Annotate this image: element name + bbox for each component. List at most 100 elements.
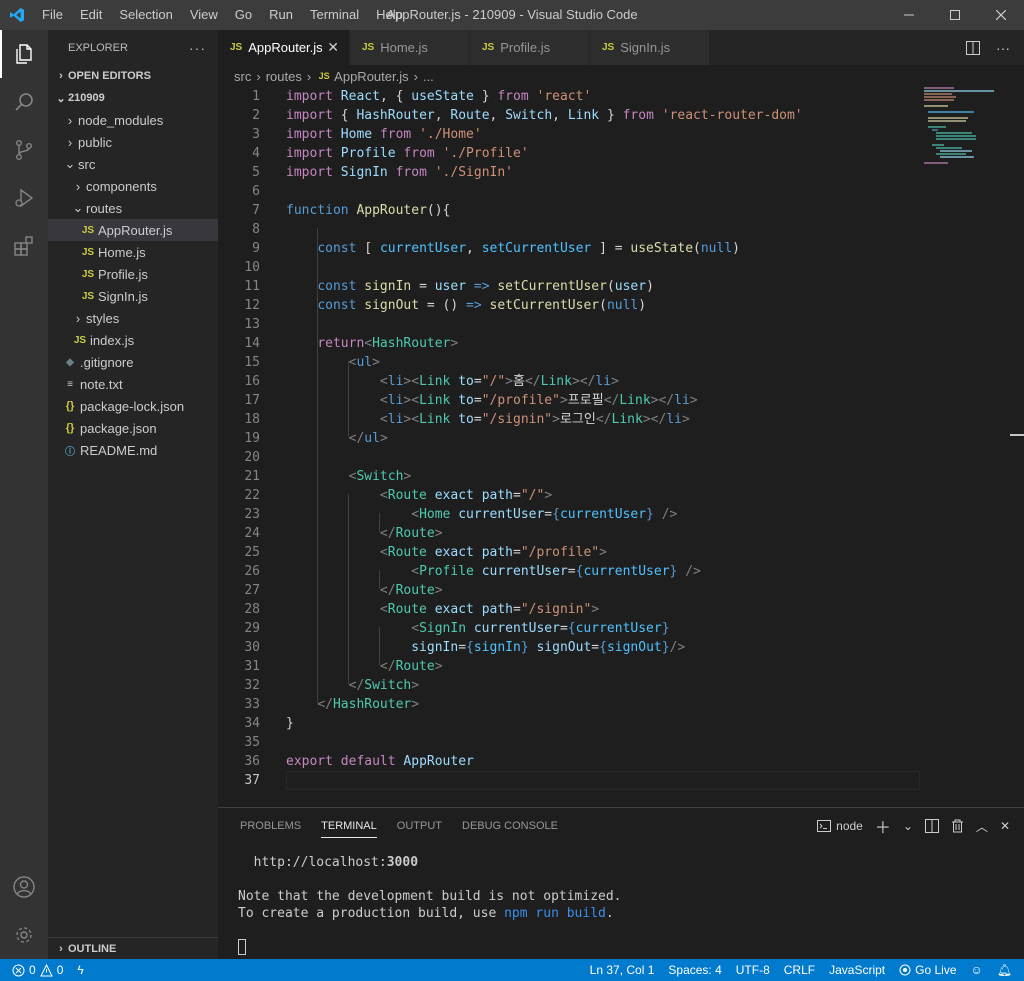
tab-signin[interactable]: JS SignIn.js	[590, 30, 710, 65]
tab-debug-console[interactable]: DEBUG CONSOLE	[452, 808, 568, 844]
menu-selection[interactable]: Selection	[111, 0, 181, 30]
line-ending[interactable]: CRLF	[777, 959, 822, 981]
outline-section[interactable]: › OUTLINE	[48, 937, 218, 959]
tree-file-package-lock[interactable]: {} package-lock.json	[48, 395, 218, 417]
code-editor[interactable]: 1 import React, { useState } from 'react'…	[218, 87, 1024, 807]
activity-bar	[0, 30, 48, 959]
go-live-button[interactable]: Go Live	[892, 959, 963, 981]
line-number: 14	[244, 336, 260, 351]
project-section[interactable]: ⌄ 210909	[48, 87, 218, 109]
maximize-button[interactable]	[932, 0, 978, 30]
scrollbar-thumb[interactable]	[1010, 434, 1024, 436]
language-mode[interactable]: JavaScript	[822, 959, 892, 981]
panel-actions: node ＋ ⌄ ︿ ✕	[817, 808, 1024, 844]
tree-file-approuter[interactable]: JS AppRouter.js	[48, 219, 218, 241]
chevron-down-icon[interactable]: ⌄	[903, 819, 913, 833]
error-icon	[12, 964, 25, 976]
indentation[interactable]: Spaces: 4	[661, 959, 728, 981]
tree-file-readme[interactable]: ⓘ README.md	[48, 439, 218, 461]
code-line: <Switch>	[348, 469, 412, 484]
tree-item-label: routes	[86, 200, 123, 216]
cursor-position[interactable]: Ln 37, Col 1	[583, 959, 662, 981]
editor-actions: ···	[966, 30, 1024, 65]
tree-file-home[interactable]: JS Home.js	[48, 241, 218, 263]
menu-terminal[interactable]: Terminal	[302, 0, 368, 30]
minimap[interactable]	[924, 87, 1014, 167]
menu-edit[interactable]: Edit	[72, 0, 111, 30]
code-line: <SignIn currentUser={currentUser}	[411, 621, 670, 636]
run-debug-activity[interactable]	[0, 174, 48, 222]
open-editors-section[interactable]: › OPEN EDITORS	[48, 65, 218, 87]
tree-file-index[interactable]: JS index.js	[48, 329, 218, 351]
tab-terminal[interactable]: TERMINAL	[311, 808, 387, 844]
tree-file-note[interactable]: ≡ note.txt	[48, 373, 218, 395]
code-line: signIn={signIn} signOut={signOut}/>	[411, 640, 686, 655]
code-line: import SignIn from './SignIn'	[286, 165, 514, 180]
extensions-activity[interactable]	[0, 222, 48, 270]
close-icon[interactable]: ✕	[327, 39, 339, 56]
status-bar: 0 0 ϟ Ln 37, Col 1 Spaces: 4 UTF-8 CRLF …	[0, 959, 1024, 981]
manage-activity[interactable]	[0, 911, 48, 959]
menu-help[interactable]: Help	[368, 0, 412, 30]
tree-folder-src[interactable]: ⌄ src	[48, 153, 218, 175]
tree-folder-node-modules[interactable]: › node_modules	[48, 109, 218, 131]
project-label: 210909	[68, 92, 105, 104]
maximize-panel-icon[interactable]: ︿	[976, 818, 988, 835]
breadcrumb-item[interactable]: src	[234, 69, 251, 84]
problems-status[interactable]: 0 0	[0, 959, 70, 981]
trash-icon[interactable]	[951, 819, 964, 833]
code-line: const signOut = () => setCurrentUser(nul…	[317, 298, 647, 313]
go-live-label: Go Live	[915, 963, 957, 977]
line-number: 3	[252, 127, 260, 142]
tab-home[interactable]: JS Home.js	[350, 30, 470, 65]
menu-file[interactable]: File	[34, 0, 72, 30]
menu-run[interactable]: Run	[261, 0, 302, 30]
text-file-icon: ≡	[67, 378, 73, 390]
line-number: 17	[244, 393, 260, 408]
close-window-button[interactable]	[978, 0, 1024, 30]
tree-folder-styles[interactable]: › styles	[48, 307, 218, 329]
terminal-icon	[817, 820, 832, 832]
tab-profile[interactable]: JS Profile.js	[470, 30, 590, 65]
tree-file-gitignore[interactable]: ◆ .gitignore	[48, 351, 218, 373]
line-number: 7	[252, 203, 260, 218]
tree-folder-public[interactable]: › public	[48, 131, 218, 153]
line-number: 11	[244, 279, 260, 294]
lightning-icon[interactable]: ϟ	[70, 959, 90, 981]
split-editor-icon[interactable]	[966, 40, 980, 55]
breadcrumb-item[interactable]: ...	[423, 69, 434, 84]
more-actions-icon[interactable]: ···	[996, 40, 1010, 56]
tree-folder-routes[interactable]: ⌄ routes	[48, 197, 218, 219]
json-file-icon: {}	[65, 422, 75, 434]
line-number: 8	[252, 222, 260, 237]
tab-problems[interactable]: PROBLEMS	[230, 808, 311, 844]
more-actions-icon[interactable]: ···	[189, 40, 206, 56]
tree-folder-components[interactable]: › components	[48, 175, 218, 197]
close-panel-icon[interactable]: ✕	[1000, 819, 1010, 833]
tab-approuter[interactable]: JS AppRouter.js ✕	[218, 30, 350, 65]
split-terminal-icon[interactable]	[924, 819, 939, 833]
feedback-icon[interactable]: ☺	[964, 959, 990, 981]
breadcrumb-item[interactable]: AppRouter.js	[334, 69, 408, 84]
notifications-icon[interactable]: 🔔︎	[990, 959, 1024, 981]
vertical-scrollbar[interactable]	[1010, 87, 1024, 807]
tree-file-package[interactable]: {} package.json	[48, 417, 218, 439]
tab-output[interactable]: OUTPUT	[387, 808, 452, 844]
extensions-icon	[14, 236, 33, 256]
source-control-icon	[15, 140, 32, 161]
search-activity[interactable]	[0, 78, 48, 126]
terminal-output[interactable]: http://localhost:3000 Note that the devel…	[238, 844, 622, 957]
new-terminal-icon[interactable]: ＋	[875, 814, 891, 838]
accounts-activity[interactable]	[0, 863, 48, 911]
tab-label: AppRouter.js	[248, 40, 323, 55]
menu-go[interactable]: Go	[227, 0, 261, 30]
tree-file-signin[interactable]: JS SignIn.js	[48, 285, 218, 307]
minimize-button[interactable]	[886, 0, 932, 30]
encoding[interactable]: UTF-8	[729, 959, 777, 981]
breadcrumb-item[interactable]: routes	[266, 69, 302, 84]
explorer-activity[interactable]	[0, 30, 48, 78]
menu-view[interactable]: View	[182, 0, 227, 30]
terminal-selector[interactable]: node	[817, 819, 863, 833]
source-control-activity[interactable]	[0, 126, 48, 174]
tree-file-profile[interactable]: JS Profile.js	[48, 263, 218, 285]
